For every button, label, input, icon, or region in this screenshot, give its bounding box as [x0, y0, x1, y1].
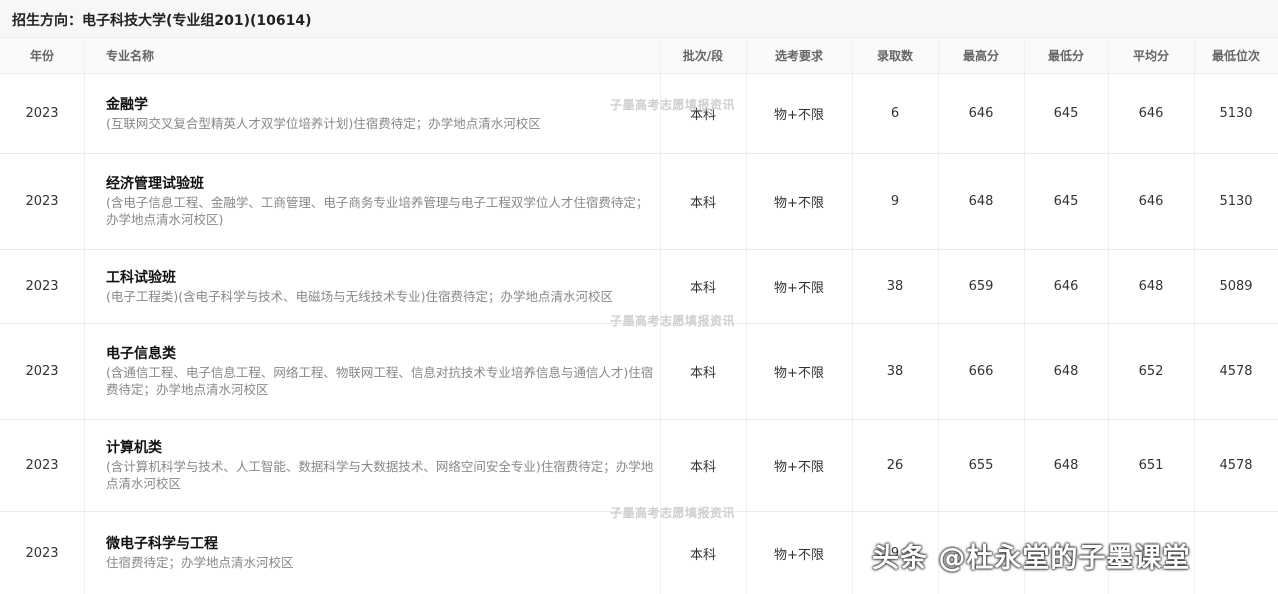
min-rank-cell: 5130 — [1219, 194, 1253, 209]
subject-cell: 物+不限 — [774, 460, 824, 475]
major-cell: 计算机类 (含计算机科学与技术、人工智能、数据科学与大数据技术、网络空间安全专业… — [106, 420, 658, 511]
major-cell: 微电子科学与工程 住宿费待定；办学地点清水河校区 — [106, 512, 658, 594]
avg-score-cell: 652 — [1138, 364, 1164, 379]
admitted-cell: 26 — [886, 458, 904, 473]
table-header: 年份 专业名称 批次/段 选考要求 录取数 最高分 最低分 平均分 最低位次 — [0, 38, 1278, 74]
avg-score-cell: 651 — [1138, 458, 1164, 473]
avg-score-cell: 648 — [1138, 279, 1164, 294]
header-avg-score[interactable]: 平均分 — [1108, 38, 1194, 74]
major-description: (电子工程类)(含电子科学与技术、电磁场与无线技术专业)住宿费待定；办学地点清水… — [106, 288, 614, 304]
table-row[interactable]: 2023 经济管理试验班 (含电子信息工程、金融学、工商管理、电子商务专业培养管… — [0, 154, 1278, 250]
page-title: 招生方向：电子科技大学(专业组201)(10614) — [12, 13, 312, 29]
max-score-cell: 646 — [968, 106, 994, 121]
admitted-cell: 6 — [890, 106, 900, 121]
batch-cell: 本科 — [689, 196, 716, 211]
header-min-score[interactable]: 最低分 — [1024, 38, 1108, 74]
major-cell: 电子信息类 (含通信工程、电子信息工程、网络工程、物联网工程、信息对抗技术专业培… — [106, 324, 658, 419]
year-cell: 2023 — [25, 279, 59, 294]
header-min-rank[interactable]: 最低位次 — [1194, 38, 1278, 74]
major-cell: 经济管理试验班 (含电子信息工程、金融学、工商管理、电子商务专业培养管理与电子工… — [106, 154, 658, 249]
table-row[interactable]: 2023 电子信息类 (含通信工程、电子信息工程、网络工程、物联网工程、信息对抗… — [0, 324, 1278, 420]
year-cell: 2023 — [25, 194, 59, 209]
batch-cell: 本科 — [689, 366, 716, 381]
batch-cell: 本科 — [689, 460, 716, 475]
major-description: (互联网交叉复合型精英人才双学位培养计划)住宿费待定；办学地点清水河校区 — [106, 115, 541, 131]
subject-cell: 物+不限 — [774, 366, 824, 381]
max-score-cell: 648 — [968, 194, 994, 209]
watermark: 子墨高考志愿填报资讯 — [610, 506, 736, 520]
major-name[interactable]: 计算机类 — [106, 439, 658, 458]
major-cell: 工科试验班 (电子工程类)(含电子科学与技术、电磁场与无线技术专业)住宿费待定；… — [106, 250, 658, 323]
min-rank-cell: 5089 — [1219, 279, 1253, 294]
table-row[interactable]: 2023 金融学 (互联网交叉复合型精英人才双学位培养计划)住宿费待定；办学地点… — [0, 74, 1278, 154]
subject-cell: 物+不限 — [774, 547, 824, 563]
subject-cell: 物+不限 — [774, 281, 824, 296]
major-description: (含计算机科学与技术、人工智能、数据科学与大数据技术、网络空间安全专业)住宿费待… — [106, 459, 654, 491]
admitted-cell: 9 — [890, 194, 900, 209]
avg-score-cell: 646 — [1138, 194, 1164, 209]
major-name[interactable]: 金融学 — [106, 96, 658, 115]
min-rank-cell: 4578 — [1219, 458, 1253, 473]
watermark: 子墨高考志愿填报资讯 — [610, 314, 736, 328]
min-score-cell: 645 — [1053, 194, 1079, 209]
max-score-cell: 666 — [968, 364, 994, 379]
min-rank-cell: 4578 — [1219, 364, 1253, 379]
title-bar: 招生方向：电子科技大学(专业组201)(10614) — [0, 0, 1278, 38]
min-score-cell: 645 — [1053, 106, 1079, 121]
major-description: (含通信工程、电子信息工程、网络工程、物联网工程、信息对抗技术专业培养信息与通信… — [106, 365, 654, 397]
major-cell: 金融学 (互联网交叉复合型精英人才双学位培养计划)住宿费待定；办学地点清水河校区 — [106, 74, 658, 153]
header-year[interactable]: 年份 — [0, 38, 84, 74]
avg-score-cell: 646 — [1138, 106, 1164, 121]
major-description: 住宿费待定；办学地点清水河校区 — [106, 555, 294, 570]
min-rank-cell — [1194, 512, 1278, 594]
admitted-cell: 38 — [886, 279, 904, 294]
brand-watermark: 头条 @杜永堂的子墨课堂 — [872, 543, 1191, 574]
min-rank-cell: 5130 — [1219, 106, 1253, 121]
min-score-cell: 648 — [1053, 364, 1079, 379]
max-score-cell: 655 — [968, 458, 994, 473]
subject-cell: 物+不限 — [774, 196, 824, 211]
min-score-cell: 648 — [1053, 458, 1079, 473]
header-subject[interactable]: 选考要求 — [746, 38, 852, 74]
batch-cell: 本科 — [689, 547, 716, 563]
header-batch[interactable]: 批次/段 — [660, 38, 746, 74]
major-name[interactable]: 电子信息类 — [106, 345, 658, 364]
year-cell: 2023 — [25, 106, 59, 121]
major-name[interactable]: 微电子科学与工程 — [106, 535, 658, 554]
year-cell: 2023 — [25, 458, 59, 473]
table-row[interactable]: 2023 计算机类 (含计算机科学与技术、人工智能、数据科学与大数据技术、网络空… — [0, 420, 1278, 512]
major-name[interactable]: 经济管理试验班 — [106, 175, 658, 194]
header-max-score[interactable]: 最高分 — [938, 38, 1024, 74]
year-cell: 2023 — [25, 545, 59, 561]
year-cell: 2023 — [25, 364, 59, 379]
subject-cell: 物+不限 — [774, 108, 824, 123]
major-name[interactable]: 工科试验班 — [106, 269, 658, 288]
major-description: (含电子信息工程、金融学、工商管理、电子商务专业培养管理与电子工程双学位人才住宿… — [106, 195, 649, 227]
max-score-cell: 659 — [968, 279, 994, 294]
batch-cell: 本科 — [689, 108, 716, 123]
header-major[interactable]: 专业名称 — [106, 38, 306, 74]
watermark: 子墨高考志愿填报资讯 — [610, 98, 736, 112]
admitted-cell: 38 — [886, 364, 904, 379]
header-admitted[interactable]: 录取数 — [852, 38, 938, 74]
min-score-cell: 646 — [1053, 279, 1079, 294]
